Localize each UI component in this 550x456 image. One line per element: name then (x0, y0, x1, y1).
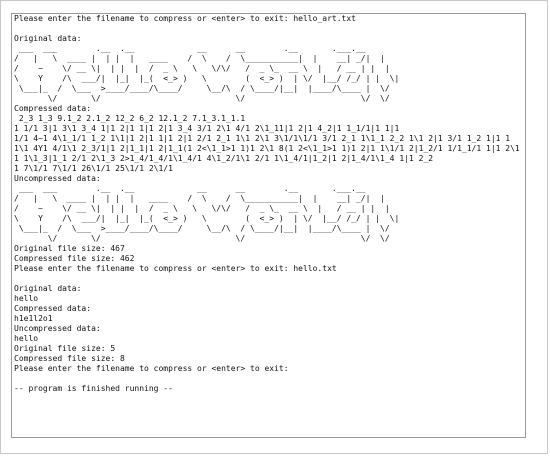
console-output-panel[interactable]: Please enter the filename to compress or… (11, 13, 526, 438)
ascii-art-line: / ~ \/ __ \| | | | / _ \ \ \/\/ / _ \_ _… (14, 64, 390, 73)
program-finished-line: -- program is finished running -- (14, 384, 173, 393)
ascii-art-line: \/ \/ \/ \/ \/ (14, 94, 390, 103)
console-line: Compressed file size: 462 (14, 254, 135, 263)
ascii-art-line: \ Y /\ ___/| |_| |_( <_> ) \ ( <_> ) | \… (14, 74, 400, 83)
console-line: Please enter the filename to compress or… (14, 364, 289, 373)
console-line: Please enter the filename to compress or… (14, 14, 356, 23)
console-line: Original data: (14, 284, 82, 293)
ascii-art-line: ___ ___ .__ .__ __ __ .__ .___.__ (14, 44, 366, 53)
compressed-line: 1 7\1/1 7\1/1 26\1/1 25\1/1 2\1/1 (14, 164, 173, 173)
console-line: Original file size: 467 (14, 244, 125, 253)
console-line: Compressed data: (14, 304, 92, 313)
compressed-line: 1 1\1_3|1_1 2/1 2\1_3 2>1_4/1_4/1\1_4/1 … (14, 154, 434, 163)
console-line: Original file size: 5 (14, 344, 116, 353)
compressed-line: 1/1 4~1 4\1_1/1 1_2 1\1|1 2|1 1|1 2|1 2/… (14, 134, 511, 143)
console-line: hello (14, 294, 39, 303)
console-line: Please enter the filename to compress or… (14, 264, 337, 273)
compressed-line: 1 1/1 3|1 3\1 3_4 1|1 2|1 1|1 2|1 3_4 3/… (14, 124, 400, 133)
ascii-art-line: / ~ \/ __ \| | | | / _ \ \ \/\/ / _ \_ _… (14, 204, 390, 213)
ascii-art-line: \___|_ / \___ >____/____/\____/ \__/\ / … (14, 224, 390, 233)
compressed-line: 2_3 1_3 9.1_2 2.1_2 12_2 6_2 12.1_2 7.1_… (14, 114, 246, 123)
console-line: hello (14, 334, 39, 343)
compressed-line: 1\1 4Y1 4/1\1 2_3/1|1 2|1_1|1 2|1_1(1 2<… (14, 144, 520, 153)
console-line: Compressed data: (14, 104, 92, 113)
console-line: h1e1l2o1 (14, 314, 53, 323)
console-line: Uncompressed data: (14, 324, 101, 333)
ascii-art-line: \___|_ / \___ >____/____/\____/ \__/\ / … (14, 84, 390, 93)
console-line: Compressed file size: 8 (14, 354, 125, 363)
console-line: Original data: (14, 34, 82, 43)
window-frame: Please enter the filename to compress or… (0, 0, 548, 454)
ascii-art-line: \ Y /\ ___/| |_| |_( <_> ) \ ( <_> ) | \… (14, 214, 400, 223)
console-line: Uncompressed data: (14, 174, 101, 183)
ascii-art-line: / | \ ____ | | | | ____ / \ / \_________… (14, 54, 385, 63)
ascii-art-line: ___ ___ .__ .__ __ __ .__ .___.__ (14, 184, 366, 193)
ascii-art-line: \/ \/ \/ \/ \/ (14, 234, 390, 243)
ascii-art-line: / | \ ____ | | | | ____ / \ / \_________… (14, 194, 385, 203)
